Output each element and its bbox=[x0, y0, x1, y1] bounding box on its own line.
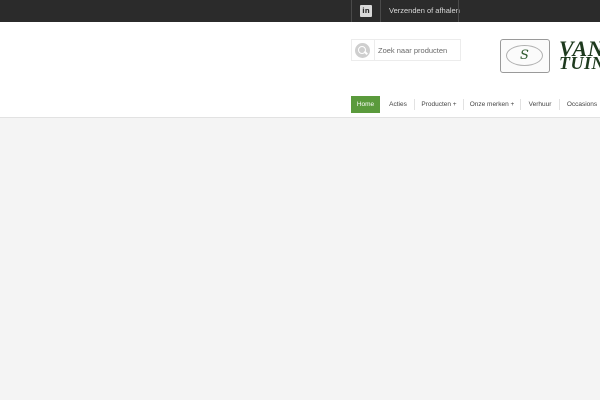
shipping-link[interactable]: Verzenden of afhalen bbox=[389, 0, 460, 22]
search-divider bbox=[374, 40, 375, 60]
topbar-divider bbox=[351, 0, 352, 22]
linkedin-icon[interactable]: in bbox=[360, 5, 372, 17]
search-icon[interactable] bbox=[355, 43, 370, 58]
nav-item-onze-merken[interactable]: Onze merken + bbox=[469, 96, 515, 113]
logo-emblem-letter: S bbox=[506, 45, 543, 66]
search-box bbox=[351, 39, 461, 61]
nav-divider bbox=[414, 99, 415, 110]
site-logo[interactable]: S VAN TUIN bbox=[500, 39, 600, 75]
logo-text-line2: TUIN bbox=[559, 53, 600, 73]
search-input[interactable] bbox=[378, 43, 458, 57]
site-header: S VAN TUIN Home Acties Producten + Onze … bbox=[0, 22, 600, 118]
top-bar: in Verzenden of afhalen bbox=[0, 0, 600, 22]
nav-item-occasions[interactable]: Occasions bbox=[564, 96, 600, 113]
nav-divider bbox=[463, 99, 464, 110]
nav-divider bbox=[559, 99, 560, 110]
topbar-divider bbox=[380, 0, 381, 22]
nav-item-producten[interactable]: Producten + bbox=[419, 96, 459, 113]
logo-emblem: S bbox=[500, 39, 550, 73]
topbar-divider bbox=[458, 0, 459, 22]
nav-item-verhuur[interactable]: Verhuur bbox=[526, 96, 554, 113]
nav-divider bbox=[520, 99, 521, 110]
nav-item-acties[interactable]: Acties bbox=[386, 96, 410, 113]
nav-item-home[interactable]: Home bbox=[351, 96, 380, 113]
